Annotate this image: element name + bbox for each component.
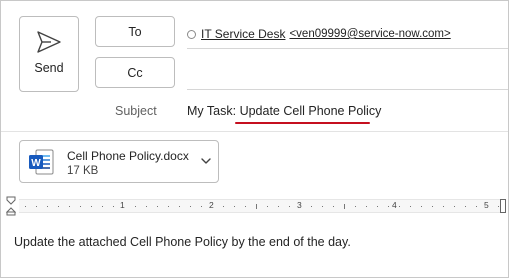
ruler-tick — [256, 204, 257, 209]
svg-text:W: W — [31, 158, 41, 169]
message-body[interactable]: Update the attached Cell Phone Policy by… — [14, 235, 351, 249]
subject-divider — [1, 131, 508, 132]
ruler-dot — [91, 206, 92, 207]
subject-field[interactable]: My Task: Update Cell Phone Policy — [187, 104, 381, 118]
ruler-dot — [443, 206, 444, 207]
ruler-dot — [421, 206, 422, 207]
ruler-dot — [201, 206, 202, 207]
subject-value: Update Cell Phone Policy — [239, 104, 382, 118]
indent-marker-icon[interactable] — [6, 196, 16, 216]
attachment-file-size: 17 KB — [67, 165, 99, 177]
ruler-dot — [47, 206, 48, 207]
ruler-dot — [476, 206, 477, 207]
ruler-dot — [399, 206, 400, 207]
ruler-dot — [454, 206, 455, 207]
cc-field[interactable] — [187, 89, 508, 90]
ruler-dot — [432, 206, 433, 207]
ruler-dot — [223, 206, 224, 207]
ruler-tick — [344, 204, 345, 209]
ruler-dot — [58, 206, 59, 207]
ruler-dot — [377, 206, 378, 207]
right-indent-marker-icon[interactable] — [500, 199, 506, 213]
ruler-dot — [36, 206, 37, 207]
word-docx-icon: W — [29, 149, 54, 175]
ruler-dot — [278, 206, 279, 207]
ruler-dot — [311, 206, 312, 207]
cc-button[interactable]: Cc — [95, 57, 175, 88]
ruler-dot — [245, 206, 246, 207]
recipient-token[interactable]: IT Service Desk <ven09999@service-now.co… — [187, 26, 451, 42]
ruler-dot — [355, 206, 356, 207]
recipient-name: IT Service Desk — [201, 27, 286, 41]
ruler-number: 3 — [297, 200, 302, 210]
ruler-dot — [465, 206, 466, 207]
ruler-dot — [146, 206, 147, 207]
compose-window: Send To Cc IT Service Desk <ven09999@ser… — [0, 0, 509, 278]
subject-prefix: My Task: — [187, 104, 237, 118]
to-button[interactable]: To — [95, 16, 175, 47]
chevron-down-icon[interactable] — [200, 156, 212, 166]
ruler-dot — [168, 206, 169, 207]
ruler-dot — [80, 206, 81, 207]
ruler-dot — [333, 206, 334, 207]
ruler[interactable]: 1 2 3 4 5 — [1, 195, 508, 217]
ruler-dot — [267, 206, 268, 207]
ruler-dot — [322, 206, 323, 207]
send-icon — [37, 31, 61, 53]
ruler-dot — [388, 206, 389, 207]
ruler-dot — [25, 206, 26, 207]
ruler-dot — [157, 206, 158, 207]
ruler-dot — [179, 206, 180, 207]
to-field[interactable] — [187, 48, 508, 49]
send-button[interactable]: Send — [19, 16, 79, 92]
ruler-number: 1 — [120, 200, 125, 210]
presence-status-icon — [187, 29, 196, 39]
ruler-dot — [113, 206, 114, 207]
ruler-number: 2 — [209, 200, 214, 210]
ruler-dot — [366, 206, 367, 207]
ruler-dot — [135, 206, 136, 207]
ruler-dot — [234, 206, 235, 207]
ruler-number: 5 — [484, 200, 489, 210]
recipient-email: <ven09999@service-now.com> — [289, 28, 451, 40]
ruler-dot — [102, 206, 103, 207]
attachment-file-name: Cell Phone Policy.docx — [67, 149, 189, 163]
ruler-bar: 1 2 3 4 5 — [19, 199, 506, 213]
ruler-dot — [69, 206, 70, 207]
ruler-number: 4 — [392, 200, 397, 210]
ruler-dot — [410, 206, 411, 207]
attachment-card[interactable]: W Cell Phone Policy.docx 17 KB — [19, 140, 219, 183]
ruler-dot — [289, 206, 290, 207]
ruler-dot — [190, 206, 191, 207]
send-label: Send — [34, 61, 64, 75]
spellcheck-underline — [235, 122, 370, 124]
ruler-dot — [498, 206, 499, 207]
subject-label: Subject — [115, 104, 157, 118]
